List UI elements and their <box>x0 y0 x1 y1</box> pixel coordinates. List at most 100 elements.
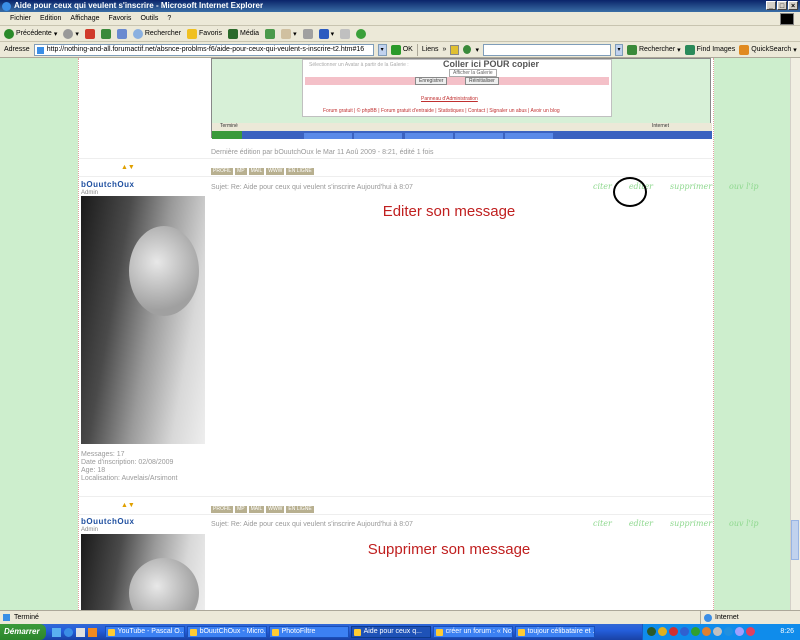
go-arrow-icon <box>390 44 401 55</box>
search-dropdown-arrow-icon[interactable]: ▾ <box>475 46 479 54</box>
url-input[interactable]: http://nothing-and-all.forumactif.net/ab… <box>33 43 374 56</box>
task-photofiltre[interactable]: PhotoFiltre <box>268 626 349 638</box>
avatar[interactable] <box>81 196 205 444</box>
stat-age: Age: 18 <box>81 467 106 474</box>
profile-button[interactable]: PROFIL <box>211 168 234 175</box>
profile-button[interactable]: PROFIL <box>211 506 234 513</box>
quote-button[interactable]: citer <box>593 182 612 191</box>
view-ip-button[interactable]: ouv l'ip <box>729 519 758 528</box>
menu-favorites[interactable]: Favoris <box>108 15 131 22</box>
quote-button[interactable]: citer <box>593 519 612 528</box>
web-search-input[interactable] <box>482 43 611 56</box>
view-ip-button[interactable]: ouv l'ip <box>729 182 758 191</box>
www-button[interactable]: WWW <box>266 168 285 175</box>
reset-button[interactable]: Réinitialiser <box>465 77 499 85</box>
web-search-dropdown[interactable]: ▾ <box>614 43 623 56</box>
address-bar: Adresse http://nothing-and-all.forumacti… <box>0 42 800 58</box>
save-bar: Enregistrer Réinitialiser <box>305 77 609 85</box>
delete-button[interactable]: supprimer <box>670 519 712 528</box>
embedded-screenshot: Sélectionner un Avatar à partir de la Ga… <box>211 58 712 139</box>
menu-tools[interactable]: Outils <box>140 15 158 22</box>
star-icon <box>187 28 198 39</box>
menu-help[interactable]: ? <box>167 15 171 22</box>
home-button[interactable] <box>116 28 127 39</box>
username[interactable]: bOuutchOux <box>81 517 134 526</box>
close-button[interactable]: × <box>788 1 798 10</box>
desktop-icon[interactable] <box>51 627 61 637</box>
search-button[interactable]: Rechercher <box>132 28 181 39</box>
globe-icon <box>704 614 712 622</box>
menu-edit[interactable]: Edition <box>40 15 61 22</box>
refresh-button[interactable] <box>100 28 111 39</box>
url-dropdown[interactable]: ▾ <box>377 43 387 56</box>
start-button[interactable]: Démarrer <box>0 624 46 640</box>
toolbar-option-icon[interactable] <box>463 45 472 54</box>
maximize-button[interactable]: □ <box>777 1 787 10</box>
menu-view[interactable]: Affichage <box>70 15 99 22</box>
avatar[interactable] <box>81 534 205 610</box>
mail-button[interactable]: ▾ <box>281 28 297 39</box>
user-info-2: bOuutchOux Admin <box>79 516 207 610</box>
embedded-zone: Internet <box>652 123 669 129</box>
go-button[interactable]: OK <box>390 44 413 55</box>
tray-icons[interactable] <box>647 627 755 636</box>
title-bar: Aide pour ceux qui veulent s'inscrire - … <box>0 0 800 12</box>
post-nav-arrows-icon[interactable]: ▲▼ <box>121 164 135 171</box>
system-tray: 8:26 <box>642 624 800 640</box>
post-actions: citer editer supprimer ouv l'ip <box>593 519 776 528</box>
back-button[interactable]: Précédente ▾ <box>4 28 57 39</box>
admin-panel-link[interactable]: Panneau d'Administration <box>421 96 478 102</box>
favorites-button[interactable]: Favoris <box>187 28 222 39</box>
embedded-line: Sélectionner un Avatar à partir de la Ga… <box>309 62 409 68</box>
chevron-icon[interactable]: » <box>443 46 447 53</box>
task-aide-active[interactable]: Aide pour ceux q... <box>350 626 431 638</box>
username[interactable]: bOuutchOux <box>81 180 134 189</box>
www-button[interactable]: WWW <box>266 506 285 513</box>
menu-file[interactable]: Fichier <box>10 15 31 22</box>
stat-joined: Date d'inscription: 02/08/2009 <box>81 459 174 466</box>
links-button[interactable]: Liens <box>422 46 439 53</box>
status-zone-label: Internet <box>715 614 739 621</box>
ie-icon[interactable] <box>63 627 73 637</box>
delete-button[interactable]: supprimer <box>670 182 712 191</box>
google-toolbar-icon[interactable] <box>450 44 460 55</box>
user-stats: Messages: 17 Date d'inscription: 02/08/2… <box>81 451 178 483</box>
print-button[interactable] <box>302 28 313 39</box>
post-nav-arrows-icon[interactable]: ▲▼ <box>121 502 135 509</box>
stop-button[interactable] <box>84 28 95 39</box>
pm-button[interactable]: MP <box>235 506 247 513</box>
task-creer-forum[interactable]: créer un forum : « No... <box>432 626 513 638</box>
save-button[interactable]: Enregistrer <box>415 77 448 85</box>
avatar-face <box>129 558 199 610</box>
edit-button[interactable]: editer <box>629 519 653 528</box>
media-button[interactable]: Média <box>227 28 259 39</box>
history-button[interactable] <box>265 28 276 39</box>
address-label: Adresse <box>4 46 30 53</box>
mail-icon[interactable] <box>75 627 85 637</box>
minimize-button[interactable]: _ <box>766 1 776 10</box>
mail-button[interactable]: MAIL <box>248 506 265 513</box>
quicksearch-button[interactable]: QuickSearch ▾ <box>739 44 797 55</box>
messenger-button[interactable] <box>356 28 367 39</box>
find-images-button[interactable]: Find Images <box>684 44 735 55</box>
online-badge[interactable]: EN LIGNE <box>286 506 314 513</box>
pm-button[interactable]: MP <box>235 168 247 175</box>
status-text: Terminé <box>14 614 39 621</box>
taskbar: Démarrer YouTube - Pascal O... bOuutChOu… <box>0 624 800 640</box>
user-rank: Admin <box>81 527 99 533</box>
task-youtube[interactable]: YouTube - Pascal O... <box>104 626 185 638</box>
scrollbar-thumb[interactable] <box>791 520 799 560</box>
word-button[interactable]: ▾ <box>318 28 334 39</box>
media-player-icon[interactable] <box>87 627 97 637</box>
web-search-button[interactable]: Rechercher ▾ <box>626 44 681 55</box>
task-celibataire[interactable]: toujour célibataire et ... <box>514 626 595 638</box>
menu-bar: Fichier Edition Affichage Favoris Outils… <box>0 12 800 26</box>
task-bouutchoux[interactable]: bOuutChOux - Micro... <box>186 626 267 638</box>
forward-button[interactable]: ▾ <box>63 28 79 39</box>
discuss-button[interactable] <box>340 28 351 39</box>
mail-button[interactable]: MAIL <box>248 168 265 175</box>
stop-icon <box>84 28 95 39</box>
online-badge[interactable]: EN LIGNE <box>286 168 314 175</box>
gallery-button[interactable]: Afficher la Galerie <box>449 69 497 77</box>
avatar-face <box>129 226 199 316</box>
